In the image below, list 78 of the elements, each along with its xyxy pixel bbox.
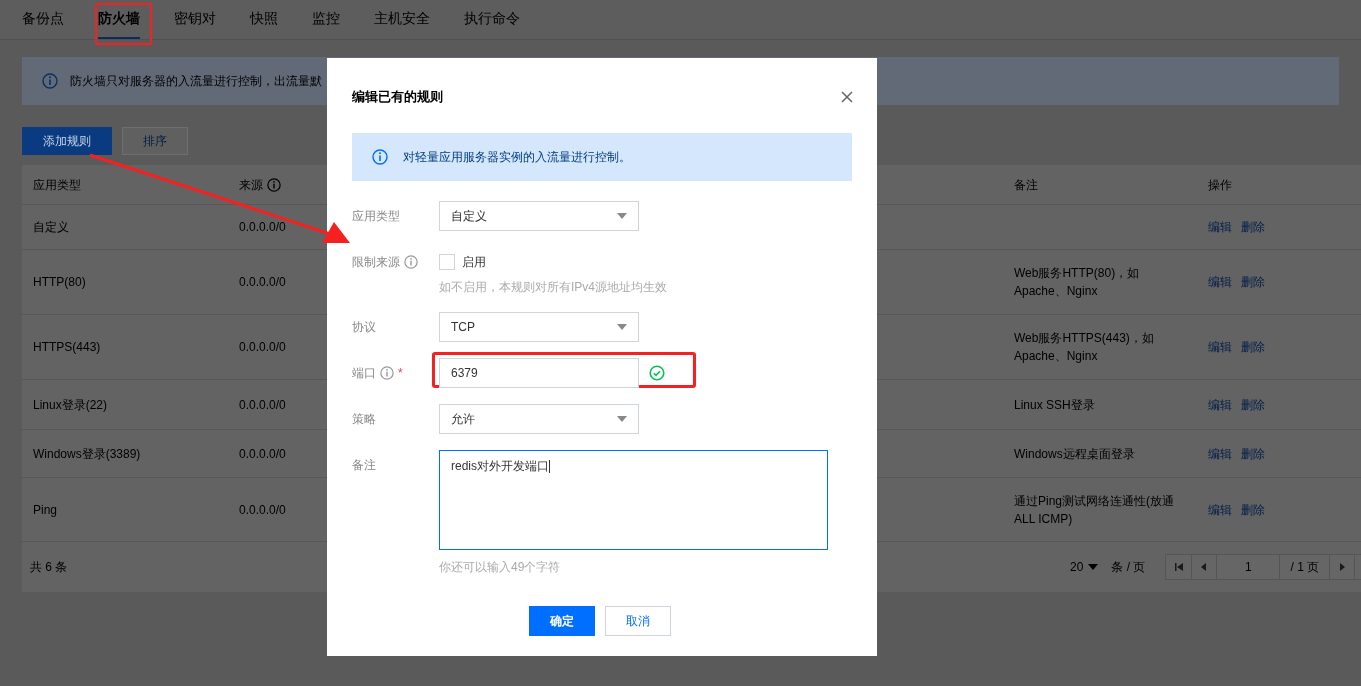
dialog-title: 编辑已有的规则 <box>352 88 443 106</box>
field-hint: 如不启用，本规则对所有IPv4源地址均生效 <box>439 278 667 296</box>
edit-link[interactable]: 编辑 <box>1208 444 1232 463</box>
table-cell-text: Windows远程桌面登录 <box>1014 445 1135 463</box>
sort-button[interactable]: 排序 <box>122 127 188 155</box>
cancel-button[interactable]: 取消 <box>605 605 671 636</box>
tab[interactable]: 主机安全 <box>374 8 430 39</box>
next-page-icon[interactable] <box>1338 563 1347 571</box>
delete-link[interactable]: 删除 <box>1241 500 1265 519</box>
table-cell-text: Ping <box>33 501 58 519</box>
select-field[interactable]: TCP <box>439 311 639 342</box>
edit-link[interactable]: 编辑 <box>1208 395 1232 414</box>
select-field[interactable]: 允许 <box>439 403 639 434</box>
delete-link[interactable]: 删除 <box>1241 444 1265 463</box>
tab[interactable]: 监控 <box>312 8 340 39</box>
tab[interactable]: 防火墙 <box>98 8 140 39</box>
enable-checkbox[interactable]: 启用 <box>439 246 486 277</box>
table-cell-text: Web服务HTTP(80)，如 Apache、Nginx <box>1014 265 1140 300</box>
column-header: 操作 <box>1208 176 1232 194</box>
field-label: 策略 <box>352 410 376 428</box>
confirm-button[interactable]: 确定 <box>529 605 595 636</box>
total-count: 共 6 条 <box>30 559 69 576</box>
caret-icon <box>617 212 627 219</box>
tab[interactable]: 密钥对 <box>174 8 216 39</box>
table-cell-text: HTTP(80) <box>33 274 86 291</box>
notice-text: 对轻量应用服务器实例的入流量进行控制。 <box>403 148 631 166</box>
table-cell-text: 自定义 <box>33 219 69 236</box>
table-cell-text: Web服务HTTPS(443)，如 Apache、Nginx <box>1014 330 1154 365</box>
delete-link[interactable]: 删除 <box>1241 338 1265 356</box>
caret-icon <box>617 415 627 422</box>
table-cell-text: 0.0.0.0/0 <box>239 274 286 291</box>
close-icon[interactable] <box>841 90 853 103</box>
delete-link[interactable]: 删除 <box>1241 395 1265 414</box>
delete-link[interactable]: 删除 <box>1241 273 1265 291</box>
table-cell-text: 0.0.0.0/0 <box>239 219 286 236</box>
page-input[interactable]: 1 <box>1216 555 1280 579</box>
add-rule-button[interactable]: 添加规则 <box>22 127 112 155</box>
table-cell-text: Windows登录(3389) <box>33 445 141 463</box>
tab[interactable]: 备份点 <box>22 8 64 39</box>
table-cell-text: Linux登录(22) <box>33 396 108 414</box>
table-cell-text: Linux SSH登录 <box>1014 396 1095 414</box>
table-cell-text: 0.0.0.0/0 <box>239 501 286 519</box>
table-cell-text: 0.0.0.0/0 <box>239 445 286 463</box>
field-label: 应用类型 <box>352 207 400 225</box>
table-cell-text: 0.0.0.0/0 <box>239 339 286 356</box>
edit-link[interactable]: 编辑 <box>1208 218 1232 236</box>
page-size-unit: 条 / 页 <box>1111 559 1146 576</box>
edit-link[interactable]: 编辑 <box>1208 273 1232 291</box>
delete-link[interactable]: 删除 <box>1241 218 1265 236</box>
first-page-icon[interactable] <box>1174 563 1183 571</box>
caret-icon <box>1088 564 1099 570</box>
field-label: 限制来源 <box>352 253 400 271</box>
tab[interactable]: 快照 <box>250 8 278 39</box>
table-cell-text: HTTPS(443) <box>33 339 101 356</box>
notice-text: 防火墙只对服务器的入流量进行控制，出流量默 <box>70 73 322 90</box>
field-label: 备注 <box>352 456 376 474</box>
tab[interactable]: 执行命令 <box>464 8 520 39</box>
required-mark: * <box>398 364 403 382</box>
info-icon <box>372 148 388 165</box>
edit-link[interactable]: 编辑 <box>1208 500 1232 519</box>
column-header: 备注 <box>1014 176 1038 194</box>
remark-textarea[interactable]: redis对外开发端口 <box>439 449 828 550</box>
port-input[interactable]: 6379 <box>439 357 639 388</box>
tab-highlight-box <box>95 3 152 45</box>
caret-icon <box>617 323 627 330</box>
column-header: 应用类型 <box>33 176 81 194</box>
select-field[interactable]: 自定义 <box>439 200 639 231</box>
column-header: 来源 <box>239 176 263 194</box>
table-cell-text: 通过Ping测试网络连通性(放通 ALL ICMP) <box>1014 492 1174 528</box>
prev-page-icon[interactable] <box>1200 563 1209 571</box>
field-label: 端口 <box>352 364 376 382</box>
edit-link[interactable]: 编辑 <box>1208 338 1232 356</box>
field-label: 协议 <box>352 318 376 336</box>
table-cell-text: 0.0.0.0/0 <box>239 396 286 414</box>
info-icon <box>42 73 58 89</box>
page-size-select[interactable]: 20 <box>1070 558 1084 576</box>
field-hint: 你还可以输入49个字符 <box>439 558 562 576</box>
page-total: / 1 页 <box>1279 555 1330 579</box>
